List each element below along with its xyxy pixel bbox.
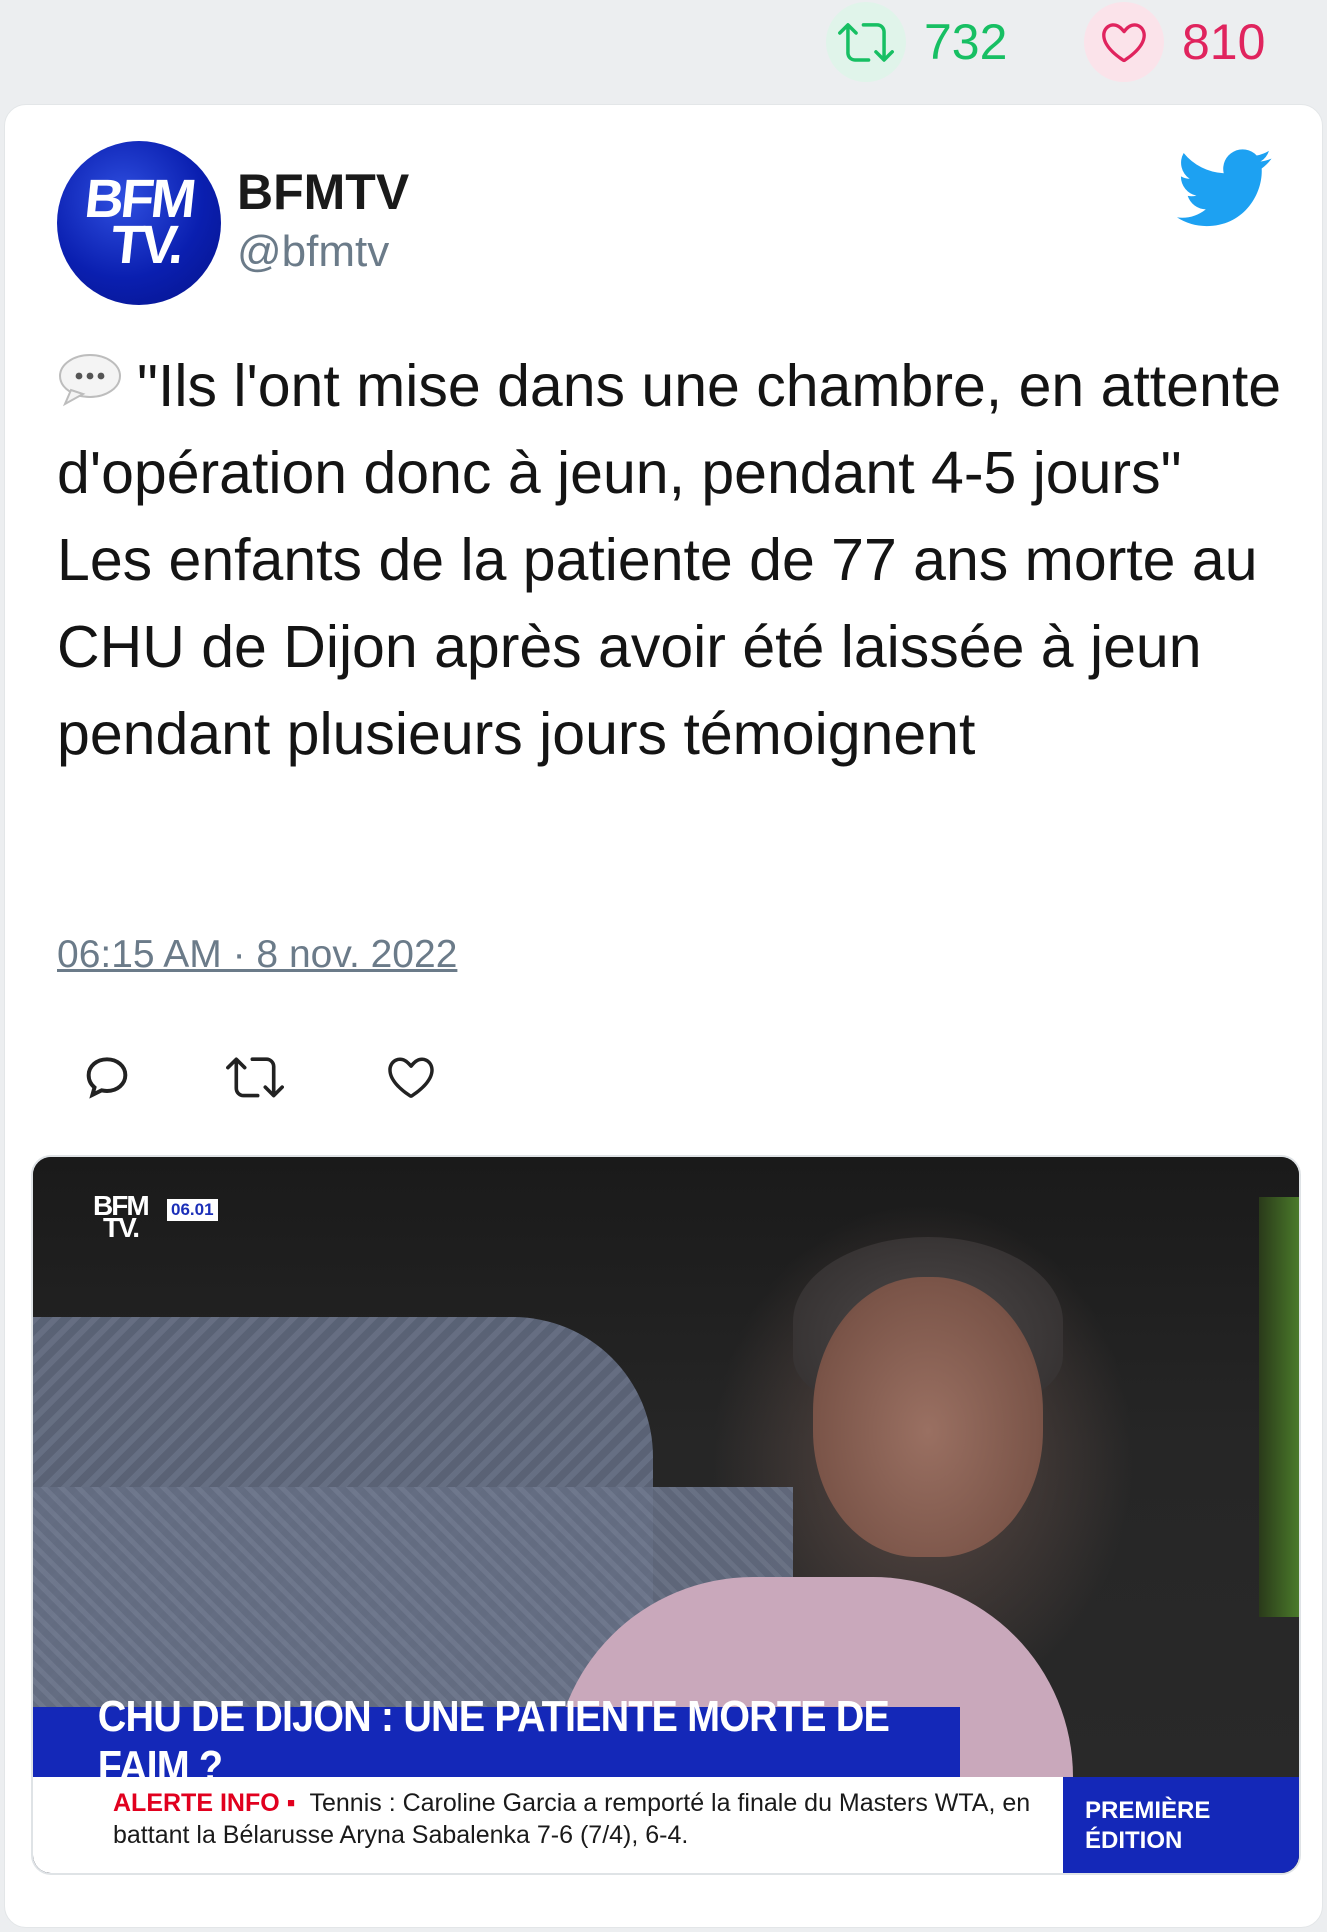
ticker-label: ALERTE INFO ▪	[113, 1789, 296, 1817]
retweet-button[interactable]	[223, 1045, 287, 1109]
like-button[interactable]	[379, 1045, 443, 1109]
tweet-media-image[interactable]: BFM TV. 06.01 CHU DE DIJON : UNE PATIENT…	[31, 1155, 1301, 1875]
author-name[interactable]: BFMTV	[237, 163, 409, 221]
avatar-logo-line2: TV.	[107, 215, 185, 275]
broadcast-clock: 06.01	[167, 1199, 218, 1221]
tweet-actions	[57, 1045, 457, 1115]
avatar[interactable]: BFM TV.	[57, 141, 221, 305]
heart-icon	[1084, 2, 1164, 82]
retweet-action-icon	[226, 1057, 284, 1098]
reply-icon	[86, 1057, 128, 1099]
engagement-stats: 732 810	[0, 0, 1327, 100]
bfm-watermark-logo: BFM TV.	[93, 1191, 150, 1242]
retweet-icon	[826, 2, 906, 82]
photo-edge	[1259, 1197, 1299, 1617]
tweet-text: "Ils l'ont mise dans une chambre, en att…	[57, 343, 1287, 778]
tweet-card: BFM TV. BFMTV @bfmtv "Ils l'ont mise dan…	[4, 104, 1323, 1928]
retweet-count: 732	[924, 14, 1008, 70]
tweet-body: "Ils l'ont mise dans une chambre, en att…	[57, 353, 1282, 767]
author-handle[interactable]: @bfmtv	[237, 227, 389, 277]
like-stat[interactable]: 810	[1084, 2, 1265, 82]
edition-line1: PREMIÈRE	[1085, 1797, 1211, 1824]
news-headline-banner: CHU DE DIJON : UNE PATIENTE MORTE DE FAI…	[33, 1692, 960, 1791]
like-count: 810	[1182, 14, 1266, 70]
photo-person-head	[813, 1277, 1043, 1557]
twitter-bird-icon[interactable]	[1177, 149, 1273, 229]
retweet-stat[interactable]: 732	[826, 2, 1007, 82]
tweet-timestamp[interactable]: 06:15 AM · 8 nov. 2022	[57, 933, 457, 977]
edition-line2: ÉDITION	[1085, 1827, 1183, 1854]
reply-button[interactable]	[75, 1045, 139, 1109]
edition-badge: PREMIÈRE ÉDITION	[1063, 1777, 1299, 1873]
heart-outline-icon	[388, 1057, 434, 1098]
news-ticker: ALERTE INFO ▪ Tennis : Caroline Garcia a …	[33, 1777, 1063, 1873]
speech-balloon-icon	[57, 345, 123, 407]
